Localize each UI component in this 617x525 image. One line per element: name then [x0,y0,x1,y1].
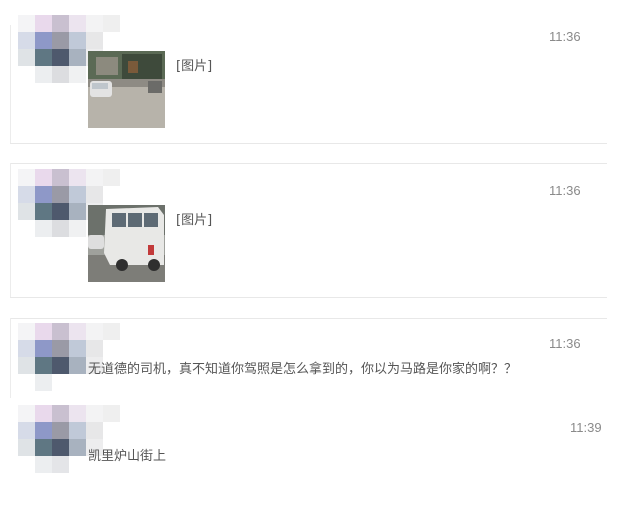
chat-message: [图片] 11:36 [0,0,617,145]
photo-thumbnail[interactable] [88,205,165,282]
message-text: 无道德的司机，真不知道你驾照是怎么拿到的，你以为马路是你家的啊？？ [88,362,518,377]
chat-message: 无道德的司机，真不知道你驾照是怎么拿到的，你以为马路是你家的啊？？ 11:36 [0,318,617,400]
divider [10,163,607,164]
divider [10,163,11,297]
divider [10,25,11,143]
chat-message: [图片] 11:36 [0,163,617,299]
message-text: 凯里炉山街上 [88,449,167,464]
message-timestamp: 11:36 [549,29,581,44]
divider [10,143,607,144]
divider [10,318,11,398]
photo-thumbnail[interactable] [88,51,165,128]
message-timestamp: 11:36 [549,183,581,198]
divider [10,318,607,319]
divider [10,297,607,298]
chat-message: 凯里炉山街上 11:39 [0,405,617,487]
message-text: [图片] [176,213,213,228]
avatar[interactable] [18,405,136,525]
message-timestamp: 11:36 [549,336,581,351]
message-text: [图片] [176,59,213,74]
message-timestamp: 11:39 [570,420,602,435]
